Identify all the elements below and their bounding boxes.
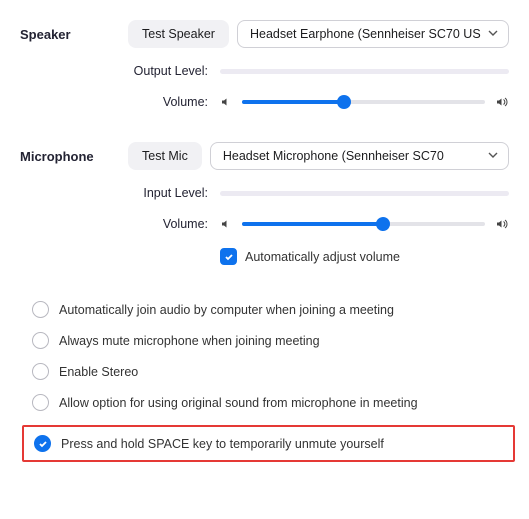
auto-join-checkbox[interactable] [32, 301, 49, 318]
mic-volume-controls [220, 216, 509, 232]
speaker-volume-controls [220, 94, 509, 110]
chevron-down-icon [488, 27, 498, 41]
output-level-label: Output Level: [20, 64, 220, 78]
speaker-device-row: Speaker Test Speaker Headset Earphone (S… [20, 20, 509, 48]
input-level-label: Input Level: [20, 186, 220, 200]
mic-volume-row: Volume: [20, 216, 509, 232]
option-always-mute[interactable]: Always mute microphone when joining meet… [32, 332, 509, 349]
auto-adjust-label: Automatically adjust volume [245, 250, 400, 264]
mic-volume-label: Volume: [20, 217, 220, 231]
speaker-output-level-row: Output Level: [20, 64, 509, 78]
mic-input-level-row: Input Level: [20, 186, 509, 200]
mic-device-value: Headset Microphone (Sennheiser SC70 [223, 149, 444, 163]
chevron-down-icon [488, 149, 498, 163]
space-unmute-checkbox[interactable] [34, 435, 51, 452]
option-enable-stereo[interactable]: Enable Stereo [32, 363, 509, 380]
option-space-unmute[interactable]: Press and hold SPACE key to temporarily … [22, 425, 515, 462]
option-auto-join[interactable]: Automatically join audio by computer whe… [32, 301, 509, 318]
enable-stereo-checkbox[interactable] [32, 363, 49, 380]
speaker-section: Speaker Test Speaker Headset Earphone (S… [20, 20, 509, 110]
original-sound-checkbox[interactable] [32, 394, 49, 411]
auto-adjust-checkbox[interactable] [220, 248, 237, 265]
option-label: Allow option for using original sound fr… [59, 396, 418, 410]
microphone-section: Microphone Test Mic Headset Microphone (… [20, 142, 509, 265]
test-mic-button[interactable]: Test Mic [128, 142, 202, 170]
option-label: Automatically join audio by computer whe… [59, 303, 394, 317]
mic-device-select[interactable]: Headset Microphone (Sennheiser SC70 [210, 142, 509, 170]
mic-device-row: Microphone Test Mic Headset Microphone (… [20, 142, 509, 170]
speaker-volume-row: Volume: [20, 94, 509, 110]
speaker-device-select[interactable]: Headset Earphone (Sennheiser SC70 US [237, 20, 509, 48]
speaker-label: Speaker [20, 27, 120, 42]
volume-low-icon [220, 96, 232, 108]
option-original-sound[interactable]: Allow option for using original sound fr… [32, 394, 509, 411]
volume-low-icon [220, 218, 232, 230]
speaker-output-level-meter [220, 69, 509, 74]
mic-input-level-meter [220, 191, 509, 196]
test-speaker-button[interactable]: Test Speaker [128, 20, 229, 48]
mic-volume-slider[interactable] [242, 216, 485, 232]
speaker-device-value: Headset Earphone (Sennheiser SC70 US [250, 27, 481, 41]
audio-options: Automatically join audio by computer whe… [20, 297, 509, 462]
option-label: Always mute microphone when joining meet… [59, 334, 320, 348]
mic-label: Microphone [20, 149, 120, 164]
speaker-volume-slider[interactable] [242, 94, 485, 110]
always-mute-checkbox[interactable] [32, 332, 49, 349]
speaker-volume-label: Volume: [20, 95, 220, 109]
option-label: Enable Stereo [59, 365, 138, 379]
volume-high-icon [495, 96, 509, 108]
option-label: Press and hold SPACE key to temporarily … [61, 437, 384, 451]
volume-high-icon [495, 218, 509, 230]
auto-adjust-row[interactable]: Automatically adjust volume [20, 248, 509, 265]
